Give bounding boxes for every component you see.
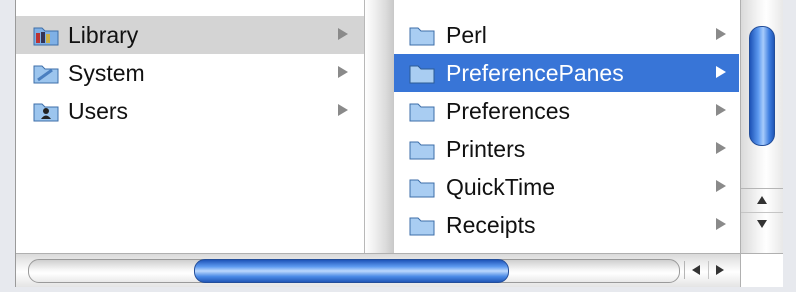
list-item-label: PreferencePanes: [446, 60, 624, 86]
list-item-label: System: [68, 60, 145, 86]
users-folder-icon: [33, 103, 59, 122]
list-item-receipts[interactable]: Receipts: [394, 206, 739, 244]
folder-icon: [409, 217, 435, 236]
list-item-label: Printers: [446, 136, 526, 162]
folder-icon: [408, 0, 436, 1]
vertical-scrollbar[interactable]: [740, 0, 783, 253]
list-item-label: Perl: [446, 22, 487, 48]
arrow-left-icon: [692, 265, 700, 275]
column-root[interactable]: Library System Users: [16, 0, 364, 253]
list-item-system[interactable]: System: [16, 54, 364, 92]
list-item-label: QuickTime: [446, 174, 556, 200]
list-item-label: Preferences: [446, 98, 571, 124]
disclosure-arrow-icon: [716, 180, 726, 192]
list-item-partial: [16, 0, 364, 4]
scroll-right-button[interactable]: [708, 261, 731, 279]
disclosure-arrow-icon: [338, 104, 348, 116]
list-item-label: Library: [68, 22, 139, 48]
column-library[interactable]: Perl PreferencePanes Preferences Printer…: [394, 0, 739, 253]
list-item-library[interactable]: Library: [16, 16, 364, 54]
list-item-preferences[interactable]: Preferences: [394, 92, 739, 130]
list-item-quicktime[interactable]: QuickTime: [394, 168, 739, 206]
disclosure-arrow-icon: [716, 104, 726, 116]
disclosure-arrow-icon: [716, 142, 726, 154]
list-item-users[interactable]: Users: [16, 92, 364, 130]
library-folder-icon: [33, 27, 59, 46]
folder-icon: [409, 65, 435, 84]
vertical-scroll-thumb[interactable]: [749, 26, 775, 146]
scrollbar-corner: [740, 253, 783, 287]
disclosure-arrow-icon: [716, 218, 726, 230]
list-item-label: Receipts: [446, 212, 536, 238]
disclosure-arrow-icon: [716, 66, 726, 78]
list-item-partial: [394, 0, 739, 8]
horizontal-scrollbar[interactable]: [16, 253, 740, 287]
list-item-printers[interactable]: Printers: [394, 130, 739, 168]
folder-icon: [409, 179, 435, 198]
scroll-down-button[interactable]: [741, 212, 783, 235]
list-item-partial: [394, 244, 739, 253]
scroll-up-button[interactable]: [741, 188, 783, 211]
arrow-up-icon: [757, 196, 767, 204]
arrow-right-icon: [716, 265, 724, 275]
folder-icon: [409, 103, 435, 122]
column-resize-divider[interactable]: [364, 0, 395, 253]
folder-icon: [409, 141, 435, 160]
scroll-left-button[interactable]: [684, 261, 707, 279]
system-folder-icon: [33, 65, 59, 84]
disclosure-arrow-icon: [338, 66, 348, 78]
horizontal-scroll-thumb[interactable]: [194, 259, 509, 283]
browser-view: Library System Users Perl PreferencePane…: [15, 0, 783, 287]
list-item-perl[interactable]: Perl: [394, 16, 739, 54]
disclosure-arrow-icon: [338, 28, 348, 40]
list-item-preferencepanes[interactable]: PreferencePanes: [394, 54, 739, 92]
arrow-down-icon: [757, 220, 767, 228]
folder-icon: [409, 27, 435, 46]
disclosure-arrow-icon: [716, 28, 726, 40]
list-item-label: Users: [68, 98, 129, 124]
